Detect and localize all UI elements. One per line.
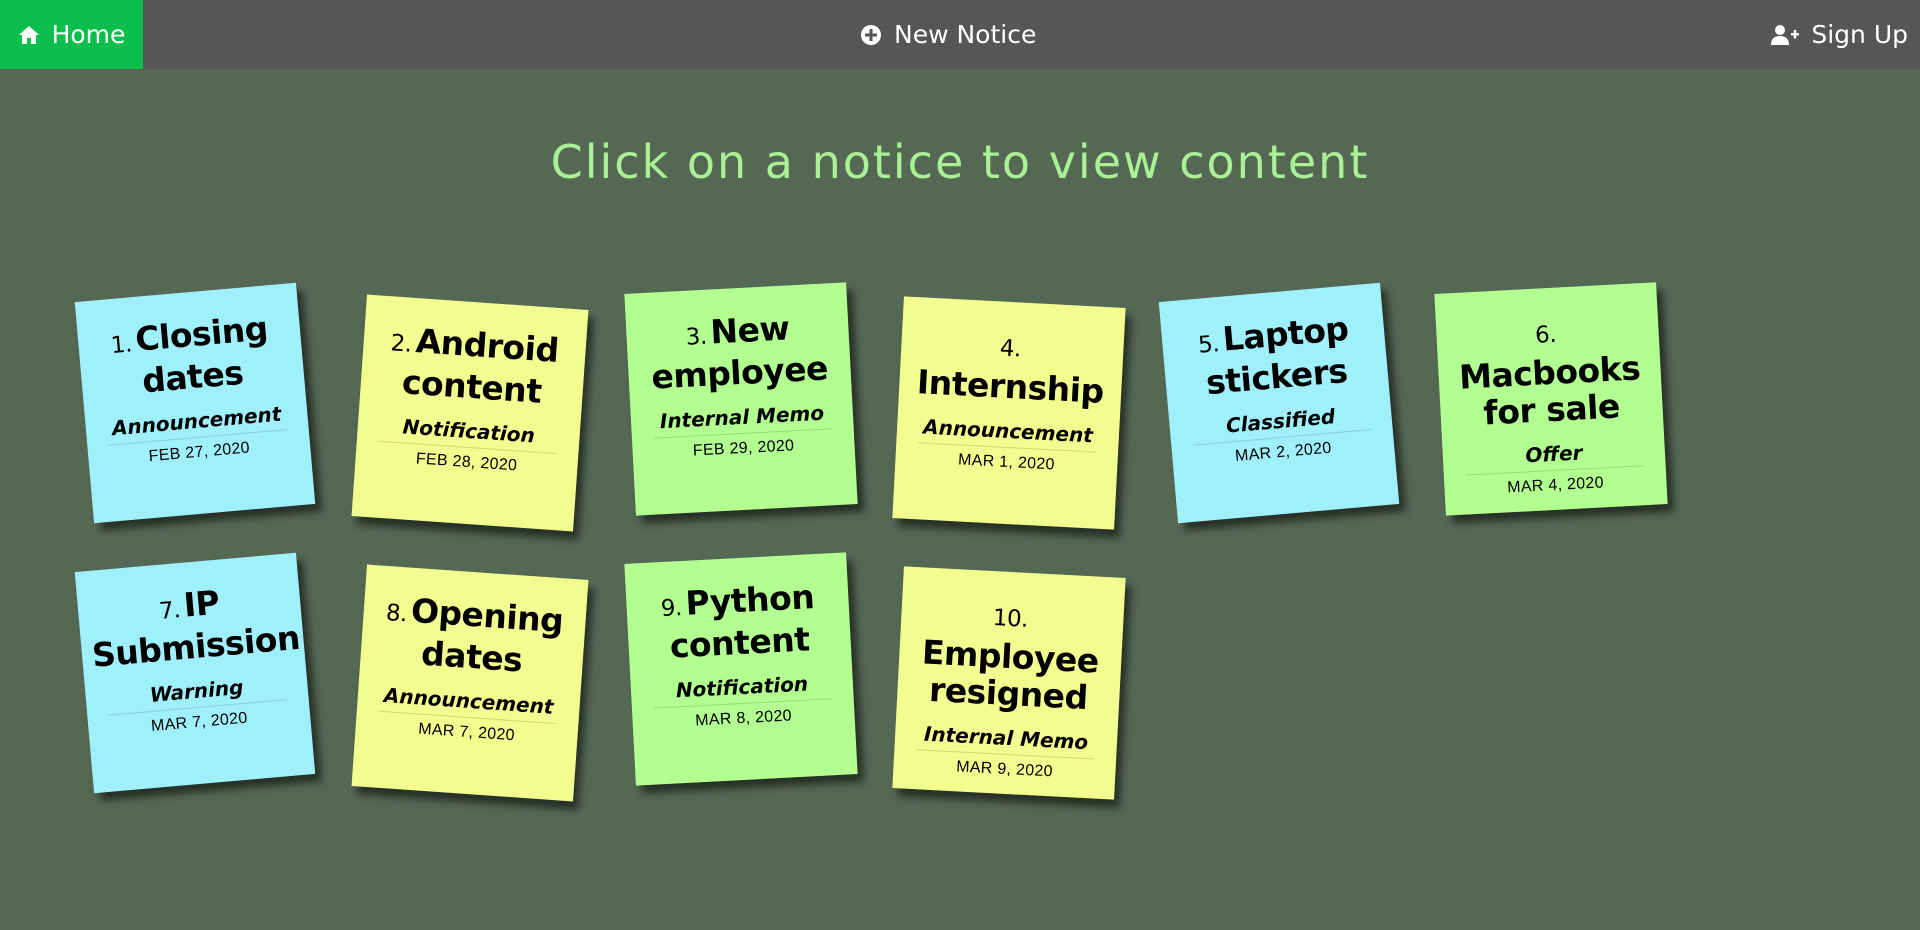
user-plus-icon xyxy=(1771,24,1800,46)
page-heading: Click on a notice to view content xyxy=(550,135,1370,189)
notice-card-7[interactable]: 7.IP Submission Warning MAR 7, 2020 xyxy=(74,552,316,794)
notice-title: 8.Opening dates xyxy=(385,590,565,680)
navbar: Home New Notice Sign Up xyxy=(0,0,1920,69)
notice-card-10[interactable]: 10. Employee resigned Internal Memo MAR 9… xyxy=(892,566,1126,800)
home-icon xyxy=(18,25,40,45)
notice-title: 3.New employee xyxy=(650,308,829,397)
notice-category: Notification xyxy=(378,412,559,455)
notice-category: Announcement xyxy=(918,414,1098,453)
notice-date: MAR 4, 2020 xyxy=(1506,474,1605,497)
nav-new-notice-label: New Notice xyxy=(894,20,1037,49)
notice-title: 9.Python content xyxy=(660,577,816,666)
notice-category: Notification xyxy=(652,670,832,709)
notice-title: 10. Employee resigned xyxy=(921,605,1100,718)
notice-card-2[interactable]: 2.Android content Notification FEB 28, 2… xyxy=(351,294,589,532)
notice-card-4[interactable]: 4. Internship Announcement MAR 1, 2020 xyxy=(892,296,1126,530)
nav-new-notice-link[interactable]: New Notice xyxy=(860,0,1036,69)
notice-category: Internal Memo xyxy=(916,721,1096,760)
notice-title: 5.Laptop stickers xyxy=(1197,308,1350,403)
nav-signup-label: Sign Up xyxy=(1811,20,1908,49)
notice-title: 1.Closing dates xyxy=(109,308,270,401)
notice-title: 4. Internship xyxy=(916,335,1105,411)
notice-card-5[interactable]: 5.Laptop stickers Classified MAR 2, 2020 xyxy=(1158,282,1400,524)
notice-title: 7.IP Submission xyxy=(90,582,302,675)
notice-card-8[interactable]: 8.Opening dates Announcement MAR 7, 2020 xyxy=(351,564,589,802)
notice-date: FEB 29, 2020 xyxy=(692,437,795,460)
notice-category: Internal Memo xyxy=(652,400,832,439)
notice-date: MAR 9, 2020 xyxy=(955,758,1054,781)
notice-category: Announcement xyxy=(378,682,559,725)
notice-card-9[interactable]: 9.Python content Notification MAR 8, 202… xyxy=(624,552,858,786)
notice-date: MAR 1, 2020 xyxy=(957,451,1056,474)
notice-title: 2.Android content xyxy=(389,321,560,411)
notice-card-1[interactable]: 1.Closing dates Announcement FEB 27, 202… xyxy=(74,282,316,524)
nav-signup-link[interactable]: Sign Up xyxy=(1771,0,1908,69)
notice-category: Offer xyxy=(1464,437,1644,476)
notice-card-6[interactable]: 6. Macbooks for sale Offer MAR 4, 2020 xyxy=(1434,282,1668,516)
nav-home-label: Home xyxy=(51,20,126,49)
nav-home-link[interactable]: Home xyxy=(0,0,143,69)
notice-card-3[interactable]: 3.New employee Internal Memo FEB 29, 202… xyxy=(624,282,858,516)
plus-circle-icon xyxy=(860,24,882,46)
notice-date: MAR 8, 2020 xyxy=(694,707,793,730)
notice-title: 6. Macbooks for sale xyxy=(1458,321,1642,433)
